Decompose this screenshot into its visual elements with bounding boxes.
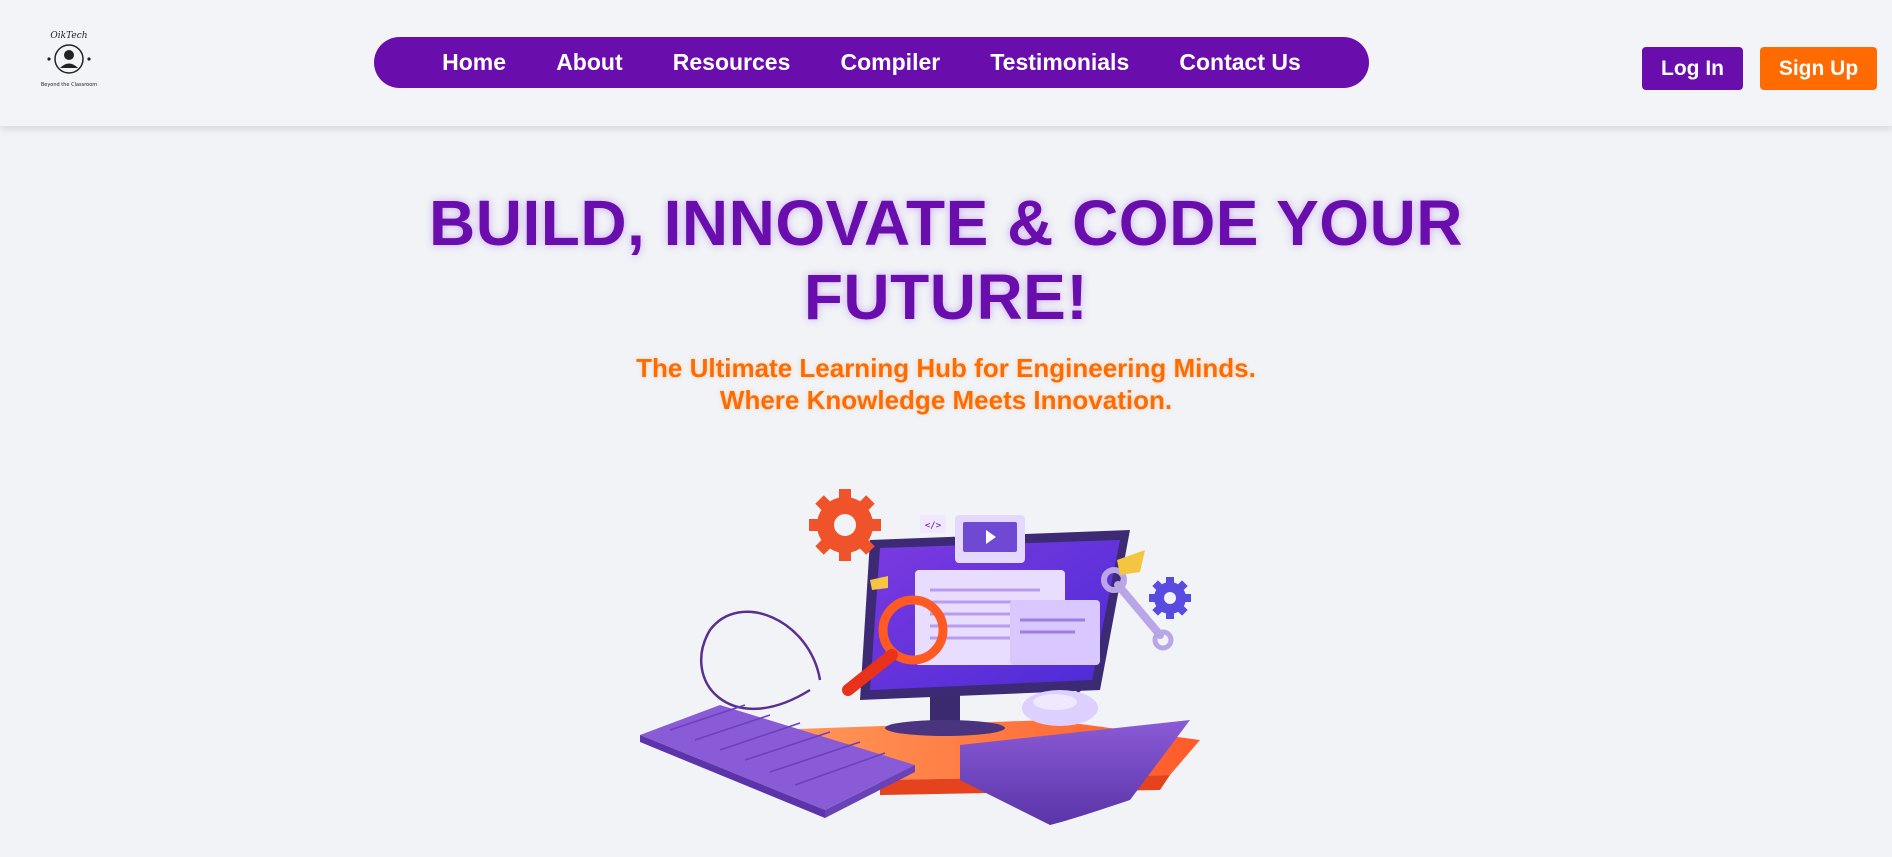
code-tag-icon: </> [925,521,942,531]
hero-title-line2: FUTURE! [803,261,1089,333]
computer-workspace-illustration: </> [640,489,1200,825]
logo[interactable]: OikTech Beyond the Classroom [36,26,102,92]
keyboard [640,704,915,818]
hero-subtitle-line1: The Ultimate Learning Hub for Engineerin… [636,353,1256,383]
hero-subtitle-line2: Where Knowledge Meets Innovation. [719,385,1173,415]
cable [699,610,822,710]
site-header: OikTech Beyond the Classroom Home About … [0,0,1892,126]
main-nav: Home About Resources Compiler Testimonia… [374,37,1369,88]
logo-text: OikTech [50,31,87,41]
logo-tagline: Beyond the Classroom [41,82,97,88]
login-button[interactable]: Log In [1642,47,1743,90]
orange-gear-icon [809,489,881,561]
nav-testimonials[interactable]: Testimonials [990,49,1129,76]
nav-home[interactable]: Home [442,49,506,76]
hero-title: BUILD, INNOVATE & CODE YOUR FUTURE! [346,186,1546,334]
hero-subtitle: The Ultimate Learning Hub for Engineerin… [446,352,1446,416]
signup-button[interactable]: Sign Up [1760,47,1877,90]
blue-gear-icon [1149,577,1191,619]
nav-resources[interactable]: Resources [673,49,791,76]
hero-title-line1: BUILD, INNOVATE & CODE YOUR [429,187,1463,259]
nav-about[interactable]: About [556,49,622,76]
nav-compiler[interactable]: Compiler [841,49,941,76]
nav-contact-us[interactable]: Contact Us [1179,49,1300,76]
